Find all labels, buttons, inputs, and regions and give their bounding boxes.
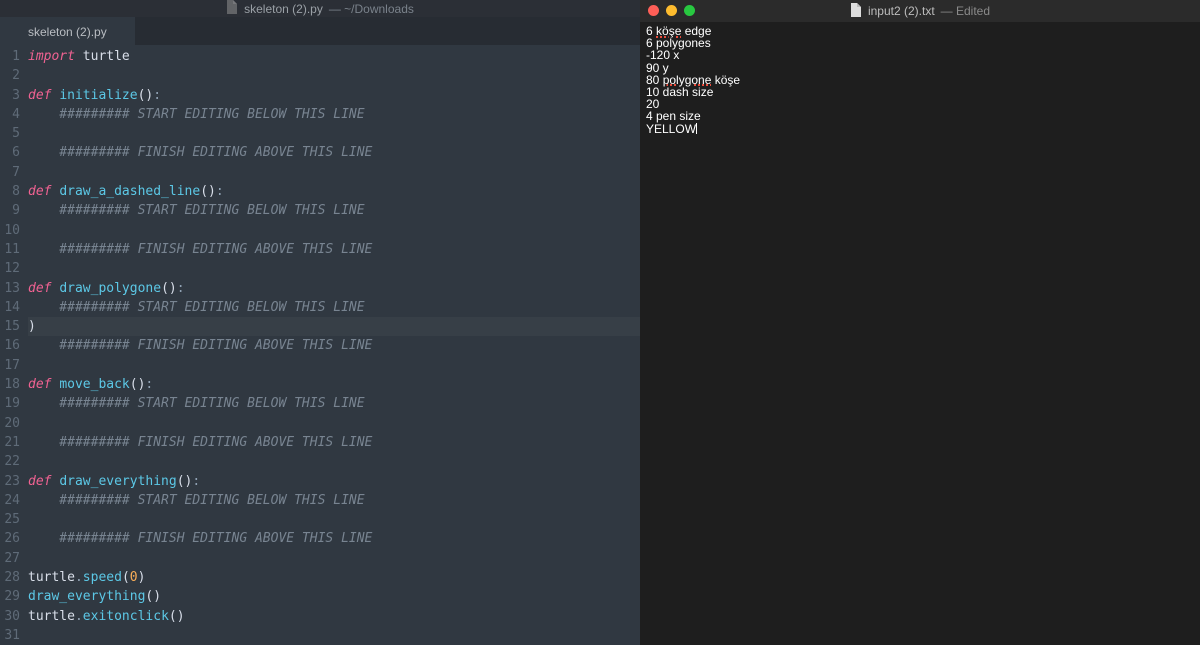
- code-line[interactable]: [28, 66, 640, 85]
- code-line[interactable]: import turtle: [28, 47, 640, 66]
- code-line[interactable]: turtle.speed(0): [28, 568, 640, 587]
- code-area[interactable]: 1234567891011121314151617181920212223242…: [0, 45, 640, 645]
- editor-titlebar: skeleton (2).py — ~/Downloads: [0, 0, 640, 17]
- code-line[interactable]: ######### START EDITING BELOW THIS LINE: [28, 394, 640, 413]
- textedit-window: input2 (2).txt — Edited 6 köşe edge6 pol…: [640, 0, 1200, 645]
- code-line[interactable]: [28, 626, 640, 645]
- code-line[interactable]: [28, 124, 640, 143]
- code-line[interactable]: turtle.exitonclick(): [28, 607, 640, 626]
- code-line[interactable]: ######### FINISH EDITING ABOVE THIS LINE: [28, 336, 640, 355]
- text-line[interactable]: 90 y: [646, 62, 1194, 74]
- text-cursor: [696, 123, 697, 134]
- textedit-title-status: — Edited: [941, 4, 990, 18]
- code-line[interactable]: [28, 549, 640, 568]
- close-icon[interactable]: [648, 5, 659, 16]
- code-line[interactable]: ######### START EDITING BELOW THIS LINE: [28, 105, 640, 124]
- document-icon: [850, 3, 862, 20]
- line-gutter: 1234567891011121314151617181920212223242…: [0, 45, 28, 645]
- document-icon: [226, 0, 238, 17]
- code-line[interactable]: [28, 259, 640, 278]
- textedit-titlebar: input2 (2).txt — Edited: [640, 0, 1200, 22]
- code-line[interactable]: def draw_everything():: [28, 472, 640, 491]
- text-line[interactable]: 6 köşe edge: [646, 25, 1194, 37]
- code-line[interactable]: ######### FINISH EDITING ABOVE THIS LINE: [28, 240, 640, 259]
- text-line[interactable]: 6 polygones: [646, 37, 1194, 49]
- code-line[interactable]: ######### START EDITING BELOW THIS LINE: [28, 201, 640, 220]
- code-line[interactable]: def initialize():: [28, 86, 640, 105]
- tab-strip: skeleton (2).py: [0, 17, 640, 45]
- editor-title-file: skeleton (2).py: [244, 2, 323, 16]
- code-line[interactable]: [28, 221, 640, 240]
- code-line[interactable]: [28, 510, 640, 529]
- maximize-icon[interactable]: [684, 5, 695, 16]
- code-line[interactable]: ######### FINISH EDITING ABOVE THIS LINE: [28, 143, 640, 162]
- code-line[interactable]: draw_everything(): [28, 587, 640, 606]
- window-controls: [648, 5, 695, 16]
- code-line[interactable]: [28, 356, 640, 375]
- text-line[interactable]: 10 dash size: [646, 86, 1194, 98]
- code-line[interactable]: ######### START EDITING BELOW THIS LINE: [28, 298, 640, 317]
- text-line[interactable]: 20: [646, 98, 1194, 110]
- code-content[interactable]: import turtle def initialize(): ########…: [28, 45, 640, 645]
- editor-title-path: — ~/Downloads: [329, 2, 414, 16]
- code-line[interactable]: ): [28, 317, 640, 336]
- text-line[interactable]: YELLOW: [646, 123, 1194, 135]
- code-line[interactable]: def move_back():: [28, 375, 640, 394]
- text-line[interactable]: 4 pen size: [646, 110, 1194, 122]
- code-line[interactable]: ######### START EDITING BELOW THIS LINE: [28, 491, 640, 510]
- code-editor-window: skeleton (2).py — ~/Downloads skeleton (…: [0, 0, 640, 645]
- textedit-title-file: input2 (2).txt: [868, 4, 935, 18]
- code-line[interactable]: def draw_polygone():: [28, 279, 640, 298]
- tab-active[interactable]: skeleton (2).py: [0, 17, 135, 45]
- minimize-icon[interactable]: [666, 5, 677, 16]
- code-line[interactable]: ######### FINISH EDITING ABOVE THIS LINE: [28, 433, 640, 452]
- code-line[interactable]: [28, 414, 640, 433]
- code-line[interactable]: ######### FINISH EDITING ABOVE THIS LINE: [28, 529, 640, 548]
- code-line[interactable]: def draw_a_dashed_line():: [28, 182, 640, 201]
- text-line[interactable]: 80 polygone köşe: [646, 74, 1194, 86]
- code-line[interactable]: [28, 452, 640, 471]
- textedit-content[interactable]: 6 köşe edge6 polygones-120 x90 y80 polyg…: [640, 22, 1200, 645]
- code-line[interactable]: [28, 163, 640, 182]
- text-line[interactable]: -120 x: [646, 49, 1194, 61]
